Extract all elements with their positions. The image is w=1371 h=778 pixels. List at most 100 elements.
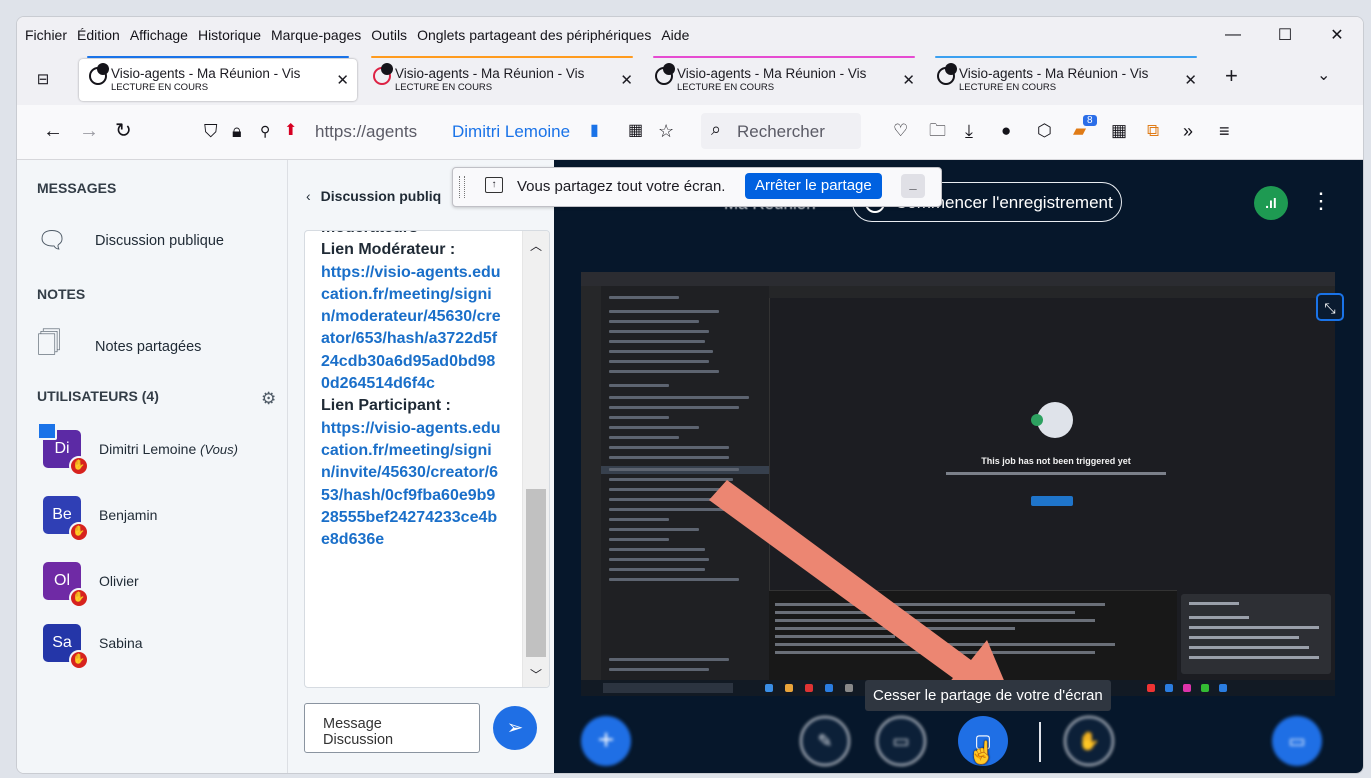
menu-onglets-partageant[interactable]: Onglets partageant des périphériques (417, 27, 651, 43)
audio-playing-icon[interactable] (945, 63, 957, 75)
raise-hand-button[interactable]: ✋ (1064, 716, 1114, 766)
tab-1-close-icon[interactable]: ✕ (336, 71, 349, 89)
user-item[interactable]: Di ✋ Dimitri Lemoine (Vous) (37, 422, 238, 476)
editor-line (609, 320, 699, 323)
download-icon[interactable]: ⤓ (965, 119, 973, 143)
audio-playing-icon[interactable] (381, 63, 393, 75)
tab-1-subtitle: LECTURE EN COURS (111, 82, 209, 93)
participant-link[interactable]: https://visio-agents.education.fr/meetin… (321, 418, 501, 552)
job-title: This job has not been triggered yet (981, 456, 1131, 466)
reload-icon[interactable]: ↻ (115, 119, 132, 143)
back-chevron-icon[interactable]: ‹ (306, 188, 311, 204)
menu-edition[interactable]: Édition (77, 27, 120, 43)
window-controls: — ☐ ✕ (1207, 17, 1363, 53)
user-item[interactable]: Ol ✋ Olivier (43, 562, 139, 608)
menu-affichage[interactable]: Affichage (130, 27, 188, 43)
minimize-banner-button[interactable]: _ (901, 174, 925, 198)
tab-list-icon[interactable]: ⊟ (31, 67, 55, 91)
gear-icon[interactable]: ⚙ (261, 389, 276, 409)
grid-plus-icon[interactable]: ▦ (1111, 119, 1127, 143)
actions-plus-button[interactable]: + (581, 716, 631, 766)
connection-status-icon[interactable]: .ıl (1254, 186, 1288, 220)
tab-1[interactable]: Visio-agents - Ma Réunion - Vis LECTURE … (79, 56, 357, 101)
layout-button[interactable]: ▭ (1272, 716, 1322, 766)
forward-icon[interactable]: → (79, 119, 99, 143)
menu-outils[interactable]: Outils (371, 27, 407, 43)
fullscreen-exit-icon[interactable]: ⤡ (1316, 293, 1344, 321)
scroll-thumb[interactable] (526, 489, 546, 657)
chat-header[interactable]: ‹ Discussion publiq (306, 188, 441, 204)
maximize-icon[interactable]: ☐ (1259, 17, 1311, 53)
avatar: Sa ✋ (43, 624, 89, 670)
tab-3-close-icon[interactable]: ✕ (902, 71, 915, 89)
pipeline-job-icon (1031, 402, 1073, 438)
tab-3[interactable]: Visio-agents - Ma Réunion - Vis LECTURE … (645, 56, 923, 101)
menu-aide[interactable]: Aide (661, 27, 689, 43)
user-item[interactable]: Sa ✋ Sabina (43, 624, 143, 670)
chat-messages[interactable]: modérateurs Lien Modérateur : https://vi… (304, 230, 550, 688)
taskbar-app-icon (1201, 684, 1209, 692)
audio-playing-icon[interactable] (97, 63, 109, 75)
camera-button[interactable]: ▭ (876, 716, 926, 766)
chat-title: Discussion publiq (320, 188, 442, 204)
shield-icon[interactable]: ⛉ (204, 119, 218, 143)
taskbar-app-icon (1183, 684, 1191, 692)
chat-message: modérateurs Lien Modérateur : https://vi… (321, 231, 501, 552)
messages-heading: MESSAGES (37, 180, 117, 196)
url-text[interactable]: https://agents (315, 122, 417, 142)
qr-code-icon[interactable]: ▦ (628, 119, 643, 143)
menu-marque-pages[interactable]: Marque-pages (271, 27, 361, 43)
back-icon[interactable]: ← (43, 119, 63, 143)
audio-playing-icon[interactable] (663, 63, 675, 75)
pocket-icon[interactable]: ♡ (893, 119, 908, 143)
menu-historique[interactable]: Historique (198, 27, 261, 43)
message-input[interactable]: Message Discussion (304, 703, 480, 753)
tab-2-subtitle: LECTURE EN COURS (395, 82, 493, 93)
tab-4-close-icon[interactable]: ✕ (1184, 71, 1197, 89)
notes-heading: NOTES (37, 286, 86, 302)
extension-l-icon[interactable]: ● (1001, 119, 1011, 143)
mic-muted-icon: ✎ (817, 731, 833, 751)
public-chat-item[interactable]: 🗨︎ Discussion publique (37, 226, 224, 255)
minimize-icon[interactable]: — (1207, 17, 1259, 53)
send-button[interactable]: ➢ (493, 706, 537, 750)
options-kebab-icon[interactable]: ⋮ (1310, 188, 1332, 214)
downloads-folder-icon[interactable]: 🗀 (929, 119, 946, 143)
chat-scrollbar[interactable]: ︿ ﹀ (522, 231, 549, 687)
search-input[interactable]: ⌕ Rechercher (701, 113, 861, 149)
extensions-icon[interactable]: ⬡ (1037, 119, 1052, 143)
new-tab-icon[interactable]: + (1225, 63, 1238, 89)
close-icon[interactable]: ✕ (1311, 17, 1363, 53)
search-icon: ⌕ (711, 119, 722, 139)
container-icon[interactable]: ⧉ (1147, 119, 1159, 143)
avatar: Ol ✋ (43, 562, 89, 608)
tab-4[interactable]: Visio-agents - Ma Réunion - Vis LECTURE … (927, 56, 1205, 101)
monitor-icon: ▭ (1288, 731, 1306, 751)
hamburger-menu-icon[interactable]: ≡ (1219, 119, 1230, 143)
scroll-up-icon[interactable]: ︿ (530, 237, 542, 254)
moderator-link[interactable]: https://visio-agents.education.fr/meetin… (321, 262, 501, 396)
chevron-down-icon[interactable]: ⌄ (1317, 65, 1330, 85)
users-heading: UTILISATEURS (4) (37, 388, 159, 404)
url-bar[interactable]: ⛉ 🔒︎ ⚲ ⬆ https://agents Dimitri Lemoine … (192, 113, 690, 149)
permissions-icon[interactable]: ⚲ (260, 119, 270, 143)
camera-sharing-icon[interactable]: ▮ (590, 119, 599, 143)
editor-line (609, 310, 719, 313)
screen-sharing-icon[interactable]: ⬆ (284, 119, 297, 143)
overflow-chevron-icon[interactable]: » (1183, 119, 1193, 143)
shared-notes-item[interactable]: 🗍 Notes partagées (37, 326, 201, 367)
tab-2-close-icon[interactable]: ✕ (620, 71, 633, 89)
microphone-button[interactable]: ✎ (800, 716, 850, 766)
sharing-indicator-name[interactable]: Dimitri Lemoine (452, 122, 570, 142)
drag-handle[interactable] (459, 176, 465, 198)
scroll-down-icon[interactable]: ﹀ (530, 666, 542, 683)
tab-2[interactable]: Visio-agents - Ma Réunion - Vis LECTURE … (363, 56, 641, 101)
browser-window: Fichier Édition Affichage Historique Mar… (16, 16, 1364, 774)
stop-sharing-button[interactable]: Arrêter le partage (745, 173, 882, 199)
lock-icon[interactable]: 🔒︎ (232, 119, 242, 143)
user-item[interactable]: Be ✋ Benjamin (43, 496, 157, 542)
bookmark-star-icon[interactable]: ☆ (658, 119, 674, 143)
menu-fichier[interactable]: Fichier (25, 27, 67, 43)
editor-line (609, 538, 669, 541)
plus-icon: + (597, 724, 615, 755)
